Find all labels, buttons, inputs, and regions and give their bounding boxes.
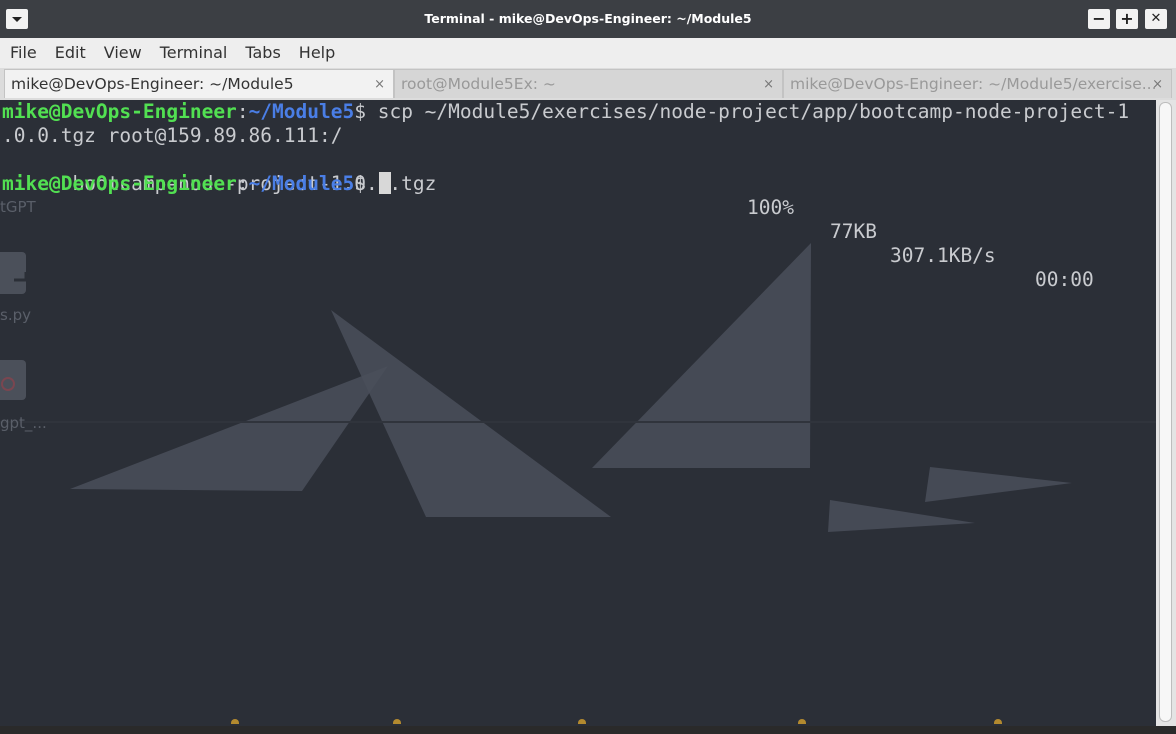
terminal-line: .0.0.tgz root@159.89.86.111:/ (2, 124, 343, 147)
tab-bar: mike@DevOps-Engineer: ~/Module5 × root@M… (0, 68, 1176, 100)
minimize-button[interactable]: − (1088, 9, 1110, 29)
tab-close-icon[interactable]: × (1152, 70, 1163, 98)
prompt-symbol: $ (354, 172, 366, 195)
maximize-button[interactable]: + (1116, 9, 1138, 29)
prompt-path: ~/Module5 (248, 100, 355, 123)
tab-module5ex[interactable]: root@Module5Ex: ~ × (394, 69, 783, 98)
output-rate: 307.1KB/s (890, 244, 996, 267)
close-button[interactable]: ✕ (1145, 9, 1167, 29)
prompt-path: ~/Module5 (248, 172, 355, 195)
prompt-separator: : (236, 172, 249, 195)
terminal-line: bootcamp-node-project-1.0.0.tgz 100% 77K… (2, 148, 1152, 291)
prompt-separator: : (236, 100, 249, 123)
command-text: scp ~/Module5/exercises/node-project/app… (365, 100, 1130, 123)
title-bar[interactable]: Terminal - mike@DevOps-Engineer: ~/Modul… (0, 0, 1176, 38)
taskbar-dot (231, 719, 239, 724)
tab-module5[interactable]: mike@DevOps-Engineer: ~/Module5 × (4, 69, 394, 98)
output-size: 77KB (830, 220, 877, 243)
prompt-user: mike@DevOps-Engineer (2, 100, 237, 123)
menu-help[interactable]: Help (290, 38, 344, 68)
menu-tabs[interactable]: Tabs (236, 38, 289, 68)
taskbar-dot (798, 719, 806, 724)
output-time: 00:00 (1035, 268, 1094, 291)
prompt-user: mike@DevOps-Engineer (2, 172, 237, 195)
menu-edit[interactable]: Edit (46, 38, 95, 68)
terminal-line: mike@DevOps-Engineer:~/Module5$ (2, 172, 391, 196)
tab-label: mike@DevOps-Engineer: ~/Module5/exercise… (790, 75, 1157, 93)
file-icon (0, 360, 26, 400)
desktop-ghost-label: gpt_... (0, 414, 47, 432)
tab-label: root@Module5Ex: ~ (401, 75, 556, 93)
window-title: Terminal - mike@DevOps-Engineer: ~/Modul… (424, 11, 752, 26)
terminal-area[interactable]: tGPT s.py gpt_... mike@DevOps-Engineer:~… (0, 100, 1156, 726)
tab-label: mike@DevOps-Engineer: ~/Module5 (11, 75, 294, 93)
scrollbar-thumb[interactable] (1159, 102, 1172, 722)
vertical-scrollbar[interactable] (1156, 100, 1176, 726)
menu-terminal[interactable]: Terminal (151, 38, 237, 68)
output-percent: 100% (747, 196, 794, 219)
terminal-line: mike@DevOps-Engineer:~/Module5$ scp ~/Mo… (2, 100, 1129, 124)
taskbar-dot (393, 719, 401, 724)
menu-file[interactable]: File (0, 38, 46, 68)
prompt-symbol: $ (354, 100, 366, 123)
text-cursor (378, 172, 391, 194)
taskbar-dot (578, 719, 586, 724)
taskbar-dot (994, 719, 1002, 724)
menu-view[interactable]: View (95, 38, 151, 68)
desktop-edge (0, 726, 1176, 734)
terminal-window: Terminal - mike@DevOps-Engineer: ~/Modul… (0, 0, 1176, 734)
tab-close-icon[interactable]: × (763, 70, 774, 98)
tab-exercises[interactable]: mike@DevOps-Engineer: ~/Module5/exercise… (783, 69, 1172, 98)
tab-close-icon[interactable]: × (374, 70, 385, 98)
menu-bar: File Edit View Terminal Tabs Help (0, 38, 1176, 69)
